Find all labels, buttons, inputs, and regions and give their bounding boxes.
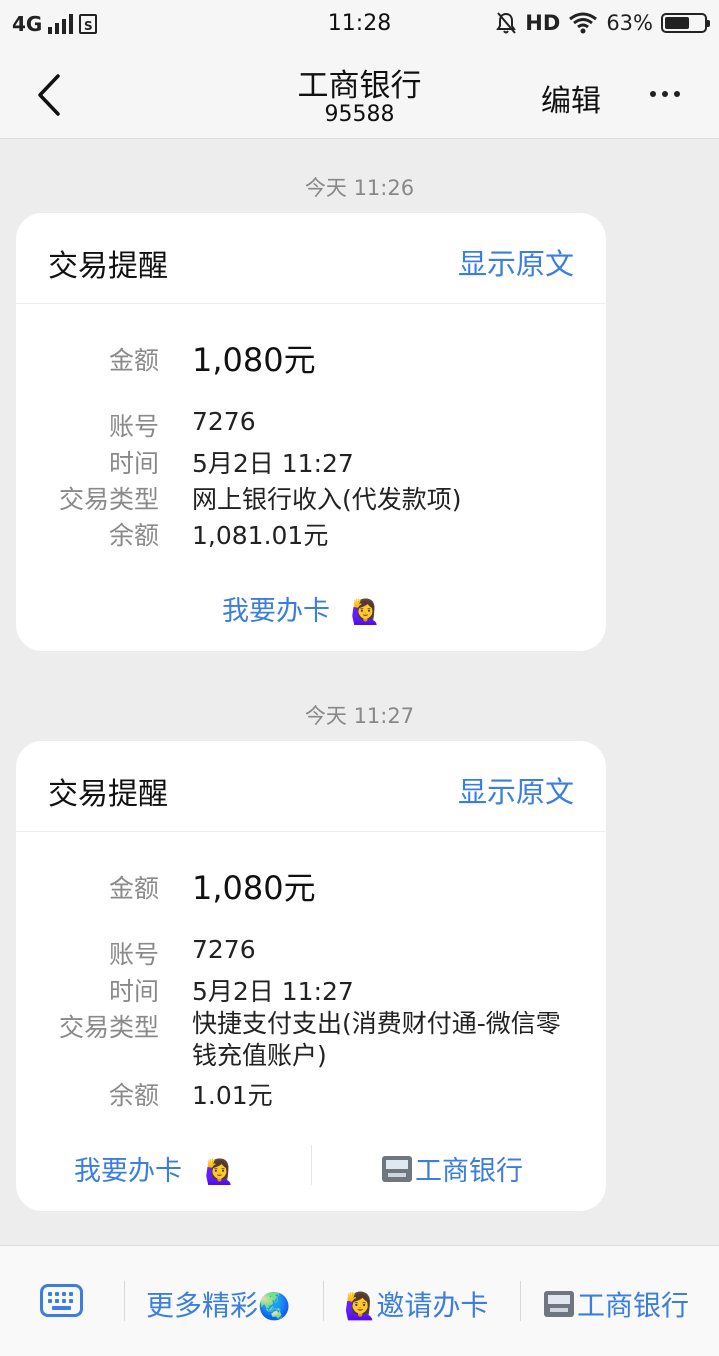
atm-icon bbox=[544, 1291, 574, 1317]
more-highlights-label: 更多精彩 bbox=[146, 1289, 259, 1322]
card-title: 交易提醒 bbox=[48, 249, 168, 284]
apply-card-button[interactable]: 我要办卡 🙋‍♀️ bbox=[74, 1149, 234, 1188]
amount-label: 金额 bbox=[108, 874, 159, 903]
amount-value: 1,080元 bbox=[192, 869, 316, 907]
card-header: 交易提醒 显示原文 bbox=[16, 213, 606, 304]
card-title: 交易提醒 bbox=[48, 777, 168, 812]
edit-button[interactable]: 编辑 bbox=[541, 76, 601, 120]
page-subtitle: 95588 bbox=[324, 102, 395, 127]
status-right: HD 63% bbox=[495, 11, 710, 35]
keyboard-icon[interactable] bbox=[40, 1284, 83, 1317]
icbc-menu[interactable]: 工商银行 bbox=[544, 1284, 689, 1324]
mute-bell-icon bbox=[496, 12, 517, 34]
more-highlights-menu[interactable]: 更多精彩🌏 bbox=[146, 1284, 290, 1324]
message-card: 交易提醒 显示原文 金额 1,080元 账号 7276 时间 5月2日 11:2… bbox=[16, 741, 606, 1211]
type-value: 网上银行收入(代发款项) bbox=[192, 485, 462, 514]
battery-icon bbox=[661, 13, 710, 33]
icbc-link-label: 工商银行 bbox=[415, 1156, 523, 1187]
message-timestamp: 今天 11:26 bbox=[304, 176, 415, 200]
bottom-menu-bar: 更多精彩🌏 🙋‍♀️邀请办卡 工商银行 bbox=[0, 1245, 719, 1356]
toolbar-divider bbox=[520, 1281, 521, 1321]
more-options-icon[interactable] bbox=[650, 80, 690, 108]
account-label: 账号 bbox=[108, 940, 159, 969]
balance-value: 1,081.01元 bbox=[192, 521, 329, 550]
atm-icon bbox=[382, 1156, 412, 1182]
status-bar: 4G S 11:28 HD 63% bbox=[0, 0, 719, 50]
type-label: 交易类型 bbox=[58, 1013, 159, 1042]
battery-fill bbox=[665, 17, 689, 29]
icbc-link-button[interactable]: 工商银行 bbox=[382, 1149, 523, 1188]
globe-icon: 🌏 bbox=[258, 1292, 291, 1322]
battery-percent: 63% bbox=[606, 11, 653, 35]
icbc-menu-label: 工商银行 bbox=[577, 1289, 690, 1322]
show-original-link[interactable]: 显示原文 bbox=[458, 241, 574, 283]
raising-hand-icon: 🙋‍♀️ bbox=[350, 598, 381, 626]
account-value: 7276 bbox=[192, 935, 256, 964]
invite-card-menu[interactable]: 🙋‍♀️邀请办卡 bbox=[344, 1284, 488, 1324]
account-label: 账号 bbox=[108, 412, 159, 441]
balance-value: 1.01元 bbox=[192, 1081, 273, 1110]
page-title: 工商银行 bbox=[297, 68, 422, 104]
amount-label: 金额 bbox=[108, 346, 159, 375]
account-value: 7276 bbox=[192, 407, 256, 436]
apply-card-label: 我要办卡 bbox=[74, 1156, 182, 1187]
time-value: 5月2日 11:27 bbox=[192, 449, 354, 478]
time-value: 5月2日 11:27 bbox=[192, 977, 354, 1006]
card-header: 交易提醒 显示原文 bbox=[16, 741, 606, 832]
amount-value: 1,080元 bbox=[192, 341, 316, 379]
invite-card-label: 邀请办卡 bbox=[376, 1289, 489, 1322]
action-divider bbox=[311, 1145, 312, 1185]
toolbar-divider bbox=[124, 1281, 125, 1321]
raising-hand-icon: 🙋‍♀️ bbox=[344, 1292, 377, 1322]
hd-label: HD bbox=[525, 11, 561, 35]
balance-label: 余额 bbox=[108, 521, 159, 550]
toolbar-divider bbox=[323, 1281, 324, 1321]
type-label: 交易类型 bbox=[58, 485, 159, 514]
wifi-icon bbox=[569, 12, 598, 34]
apply-card-button[interactable]: 我要办卡 🙋‍♀️ bbox=[222, 589, 380, 628]
message-card: 交易提醒 显示原文 金额 1,080元 账号 7276 时间 5月2日 11:2… bbox=[16, 213, 606, 651]
message-timestamp: 今天 11:27 bbox=[304, 704, 415, 728]
nav-bar: 工商银行 95588 编辑 bbox=[0, 50, 719, 139]
type-value: 快捷支付支出(消费财付通-微信零钱充值账户) bbox=[192, 1009, 561, 1070]
apply-card-label: 我要办卡 bbox=[222, 596, 330, 627]
show-original-link[interactable]: 显示原文 bbox=[458, 769, 574, 811]
balance-label: 余额 bbox=[108, 1081, 159, 1110]
time-label: 时间 bbox=[108, 449, 159, 478]
raising-hand-icon: 🙋‍♀️ bbox=[204, 1158, 235, 1186]
time-label: 时间 bbox=[108, 977, 159, 1006]
